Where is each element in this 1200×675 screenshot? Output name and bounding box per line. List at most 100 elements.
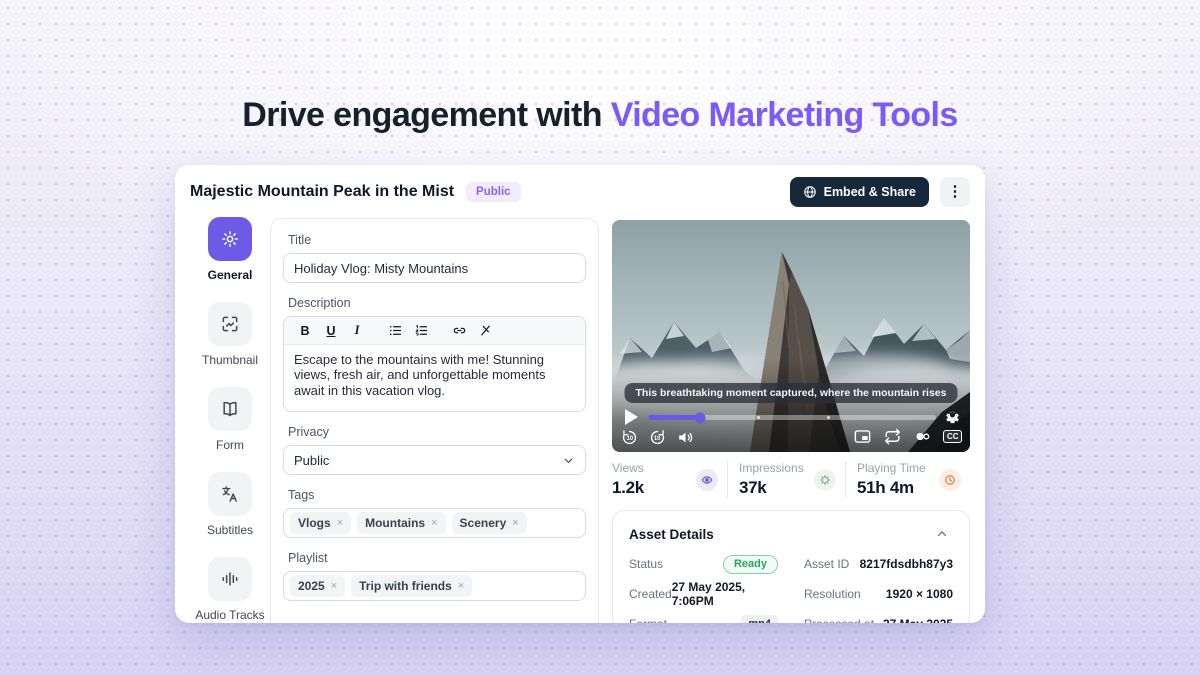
playlist-input[interactable]: 2025 × Trip with friends × — [283, 571, 586, 601]
asset-row-status: Status Ready — [629, 549, 778, 579]
privacy-select[interactable]: Public — [283, 445, 586, 475]
format-badge: mp4 — [741, 615, 778, 623]
tag-chip-label: Vlogs — [298, 516, 331, 530]
globe-icon — [803, 185, 817, 199]
asset-row-created: Created 27 May 2025, 7:06PM — [629, 579, 778, 609]
numbered-list-button[interactable] — [410, 320, 432, 342]
stat-views: Views 1.2k — [612, 461, 727, 498]
privacy-selected-value: Public — [294, 453, 329, 468]
sidebar-item-form[interactable]: Form — [193, 387, 267, 452]
translate-icon — [208, 472, 252, 516]
playlist-chip-label: 2025 — [298, 579, 325, 593]
player-right-controls: CC — [853, 427, 962, 446]
privacy-label: Privacy — [288, 425, 586, 439]
eye-icon — [696, 469, 718, 491]
bullet-list-button[interactable] — [384, 320, 406, 342]
progress-bar[interactable] — [648, 415, 936, 420]
link-button[interactable] — [448, 320, 470, 342]
video-player[interactable]: This breathtaking moment captured, where… — [612, 220, 970, 452]
header-actions: Embed & Share ⋮ — [790, 177, 970, 207]
clear-formatting-button[interactable] — [474, 320, 496, 342]
skip-forward-amount: 10 — [654, 436, 661, 442]
stat-value: 1.2k — [612, 478, 693, 498]
sidebar-item-audio-tracks[interactable]: Audio Tracks — [193, 557, 267, 622]
subtitle-caption: This breathtaking moment captured, where… — [625, 383, 958, 403]
play-icon — [625, 409, 638, 425]
link-icon — [452, 323, 467, 338]
asset-row-label: Created — [629, 587, 672, 601]
book-icon — [208, 387, 252, 431]
sidebar-item-thumbnail[interactable]: Thumbnail — [193, 302, 267, 367]
description-label: Description — [288, 296, 586, 310]
sidebar-label: Form — [193, 438, 267, 452]
status-badge: Ready — [723, 555, 778, 574]
sidebar-item-subtitles[interactable]: Subtitles — [193, 472, 267, 537]
video-title-heading: Majestic Mountain Peak in the Mist — [190, 183, 454, 201]
asset-row-format: Format mp4 — [629, 609, 778, 623]
player-settings-button[interactable] — [942, 407, 962, 427]
embed-share-button[interactable]: Embed & Share — [790, 177, 929, 207]
card-header: Majestic Mountain Peak in the Mist Publi… — [175, 165, 985, 219]
remove-tag-icon[interactable]: × — [431, 517, 437, 529]
kebab-icon: ⋮ — [948, 183, 963, 200]
asset-details-right: Asset ID 8217fdsdbh87y3 Resolution 1920 … — [804, 549, 953, 623]
general-form-panel: Title Description B U I — [270, 218, 599, 623]
visibility-badge: Public — [466, 182, 521, 202]
more-options-button[interactable]: ⋮ — [940, 177, 970, 207]
remove-playlist-icon[interactable]: × — [331, 580, 337, 592]
title-input[interactable] — [283, 253, 586, 283]
description-text[interactable]: Escape to the mountains with me! Stunnin… — [284, 345, 585, 411]
stat-impressions: Impressions 37k — [727, 461, 845, 498]
italic-button[interactable]: I — [346, 320, 368, 342]
stat-playing-time: Playing Time 51h 4m — [845, 461, 970, 498]
asset-row-asset-id: Asset ID 8217fdsdbh87y3 — [804, 549, 953, 579]
video-settings-card: Majestic Mountain Peak in the Mist Publi… — [175, 165, 985, 623]
rich-text-toolbar: B U I — [284, 317, 585, 345]
collapse-button[interactable] — [935, 525, 953, 543]
forward-10-button[interactable]: 10 — [648, 428, 667, 447]
asset-row-label: Format — [629, 617, 667, 623]
description-editor: B U I Escape to the mountains with me — [283, 316, 586, 412]
chapter-marker — [827, 416, 830, 419]
sidebar-label: Audio Tracks — [193, 608, 267, 622]
remove-playlist-icon[interactable]: × — [458, 580, 464, 592]
settings-sidebar: General Thumbnail Form Subtitles Audio T… — [193, 217, 267, 623]
rewind-10-button[interactable]: 10 — [620, 428, 639, 447]
asset-row-resolution: Resolution 1920 × 1080 — [804, 579, 953, 609]
stat-value: 51h 4m — [857, 478, 936, 498]
playlist-chip-label: Trip with friends — [359, 579, 452, 593]
tags-input[interactable]: Vlogs× Mountains× Scenery× — [283, 508, 586, 538]
embed-share-label: Embed & Share — [824, 185, 916, 199]
page-title-highlight: Video Marketing Tools — [611, 96, 958, 134]
pip-button[interactable] — [853, 427, 872, 446]
underline-button[interactable]: U — [320, 320, 342, 342]
play-button[interactable] — [622, 408, 640, 426]
settings-gear-icon — [944, 409, 961, 426]
page-title-prefix: Drive engagement with — [242, 96, 602, 134]
sidebar-label: Thumbnail — [193, 353, 267, 367]
tag-chip: Scenery× — [452, 512, 527, 534]
stat-label: Impressions — [739, 461, 811, 475]
numbered-list-icon — [414, 323, 429, 338]
chevron-down-icon — [562, 454, 575, 467]
asset-row-label: Processed at — [804, 617, 874, 623]
video-preview-column: This breathtaking moment captured, where… — [612, 220, 970, 623]
clear-formatting-icon — [478, 323, 493, 338]
gear-icon — [208, 217, 252, 261]
captions-button[interactable]: CC — [943, 430, 962, 443]
sidebar-label: General — [193, 268, 267, 282]
asset-details-header[interactable]: Asset Details — [629, 519, 953, 549]
loop-button[interactable] — [883, 427, 902, 446]
bold-button[interactable]: B — [294, 320, 316, 342]
asset-details-title: Asset Details — [629, 527, 714, 542]
remove-tag-icon[interactable]: × — [337, 517, 343, 529]
volume-button[interactable] — [676, 428, 695, 447]
remove-tag-icon[interactable]: × — [512, 517, 518, 529]
autoplay-toggle-icon[interactable] — [913, 427, 932, 446]
sidebar-item-general[interactable]: General — [193, 217, 267, 282]
asset-row-value: 27 May 2025, 7:06PM — [672, 580, 778, 608]
tag-chip: Vlogs × — [290, 512, 351, 534]
chevron-up-icon — [935, 527, 953, 541]
waveform-icon — [208, 557, 252, 601]
progress-knob[interactable] — [694, 412, 705, 423]
